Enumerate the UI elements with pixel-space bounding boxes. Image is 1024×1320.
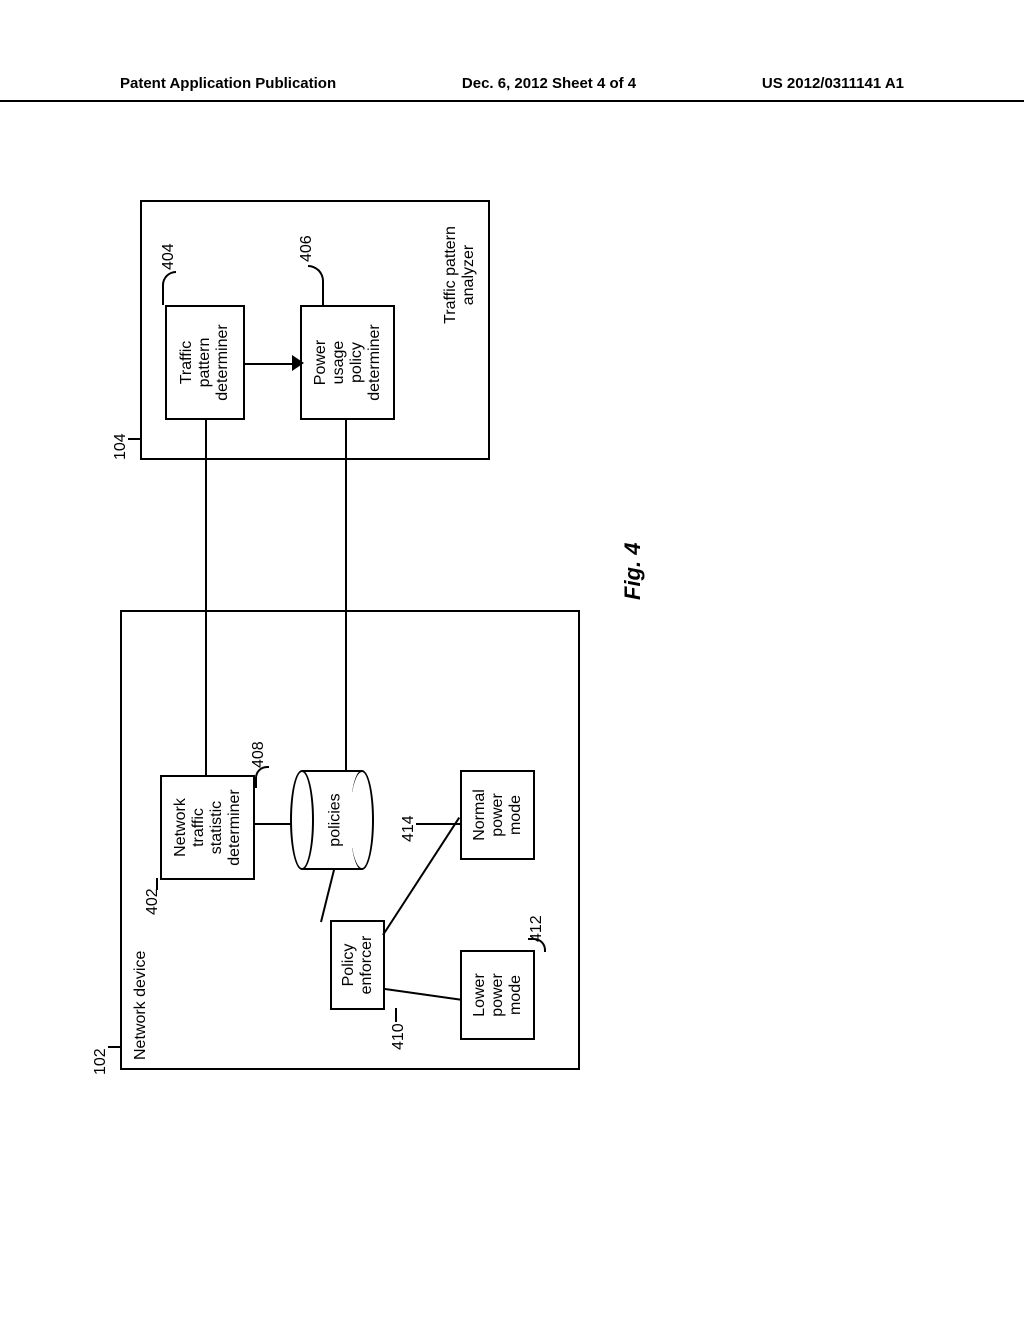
- ref-408: 408: [250, 741, 268, 768]
- header-center: Dec. 6, 2012 Sheet 4 of 4: [462, 75, 636, 92]
- leader-102: [108, 1046, 122, 1048]
- network-traffic-stat-text: Network traffic statistic determiner: [172, 789, 244, 865]
- policies-cylinder: policies: [302, 770, 362, 870]
- leader-104: [128, 438, 142, 440]
- power-usage-policy-text: Power usage policy determiner: [312, 324, 384, 400]
- traffic-pattern-det-box: Traffic pattern determiner: [165, 305, 245, 420]
- ref-414: 414: [400, 815, 418, 842]
- traffic-analyzer-label: Traffic pattern analyzer: [442, 210, 478, 340]
- ref-410: 410: [390, 1023, 408, 1050]
- header-right: US 2012/0311141 A1: [762, 75, 904, 92]
- policies-text: policies: [327, 770, 345, 870]
- line-pupd-policies: [345, 420, 347, 770]
- arrow-tpd-pupd: [292, 355, 304, 371]
- page-header: Patent Application Publication Dec. 6, 2…: [0, 75, 1024, 102]
- ref-404: 404: [160, 243, 178, 270]
- leader-408-curve: [255, 766, 269, 788]
- lower-power-text: Lower power mode: [471, 973, 525, 1017]
- policy-enforcer-box: Policy enforcer: [330, 920, 385, 1010]
- line-nts-tpd: [205, 420, 207, 775]
- diagram: Network device 102 Traffic pattern analy…: [60, 260, 960, 1020]
- ref-102: 102: [92, 1048, 110, 1075]
- cylinder-top: [290, 770, 314, 870]
- cylinder-bottom: [350, 770, 374, 870]
- figure-label: Fig. 4: [620, 543, 646, 600]
- normal-power-text: Normal power mode: [471, 789, 525, 841]
- network-device-label: Network device: [132, 951, 150, 1060]
- line-nts-down: [255, 823, 293, 825]
- traffic-pattern-det-text: Traffic pattern determiner: [178, 324, 232, 400]
- network-traffic-stat-box: Network traffic statistic determiner: [160, 775, 255, 880]
- normal-power-box: Normal power mode: [460, 770, 535, 860]
- ref-402: 402: [144, 888, 162, 915]
- ref-406: 406: [298, 235, 316, 262]
- lower-power-box: Lower power mode: [460, 950, 535, 1040]
- policy-enforcer-text: Policy enforcer: [340, 936, 376, 995]
- header-left: Patent Application Publication: [120, 75, 336, 92]
- leader-410: [395, 1008, 397, 1022]
- power-usage-policy-box: Power usage policy determiner: [300, 305, 395, 420]
- leader-404-curve: [162, 271, 176, 305]
- leader-402: [156, 878, 158, 890]
